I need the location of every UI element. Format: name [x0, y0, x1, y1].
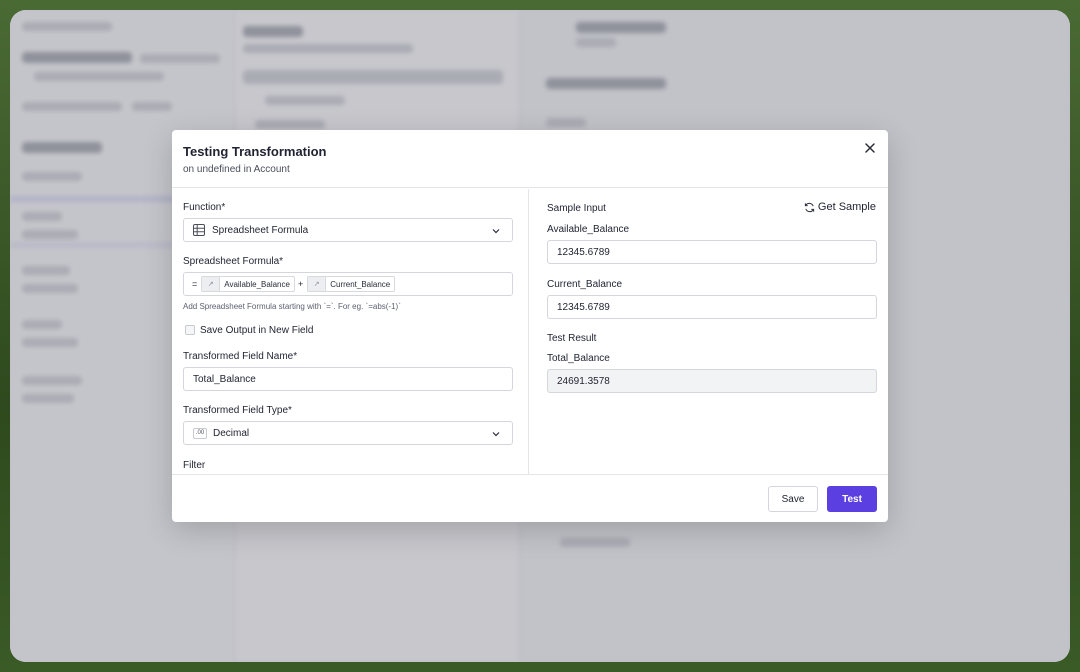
current-balance-label: Current_Balance	[547, 279, 623, 290]
test-button[interactable]: Test	[827, 486, 877, 512]
formula-label: Spreadsheet Formula*	[183, 256, 284, 267]
transformation-form: Function* Spreadsheet Formula Spreadshee…	[172, 189, 529, 475]
table-icon	[193, 224, 205, 236]
dialog-footer: Save Test	[172, 474, 888, 522]
test-result-label: Test Result	[547, 333, 597, 344]
current-balance-input[interactable]: 12345.6789	[547, 295, 877, 319]
available-balance-label: Available_Balance	[547, 224, 630, 235]
field-type-select[interactable]: .00 Decimal	[183, 421, 513, 445]
field-type-label: Transformed Field Type*	[183, 405, 292, 416]
decimal-icon: .00	[193, 427, 207, 439]
function-select[interactable]: Spreadsheet Formula	[183, 218, 513, 242]
dialog-title: Testing Transformation	[183, 144, 327, 159]
field-type-icon: ↗	[308, 277, 327, 291]
save-button[interactable]: Save	[768, 486, 818, 512]
available-balance-input[interactable]: 12345.6789	[547, 240, 877, 264]
chevron-down-icon	[491, 226, 501, 236]
formula-hint: Add Spreadsheet Formula starting with `=…	[183, 302, 401, 311]
function-select-value: Spreadsheet Formula	[212, 224, 309, 236]
save-output-label: Save Output in New Field	[200, 325, 314, 336]
field-name-input[interactable]: Total_Balance	[183, 367, 513, 391]
total-balance-result: 24691.3578	[547, 369, 877, 393]
field-type-icon: ↗	[202, 277, 221, 291]
formula-operator: +	[297, 279, 304, 289]
refresh-icon	[804, 202, 815, 213]
field-name-label: Transformed Field Name*	[183, 351, 298, 362]
field-type-value: Decimal	[213, 427, 250, 439]
sample-input-label: Sample Input	[547, 203, 606, 214]
dialog-header: Testing Transformation on undefined in A…	[172, 130, 888, 188]
formula-token[interactable]: ↗ Current_Balance	[307, 276, 396, 292]
chevron-down-icon	[491, 429, 501, 439]
filter-label: Filter	[183, 460, 206, 471]
total-balance-label: Total_Balance	[547, 353, 610, 364]
dialog-subtitle: on undefined in Account	[183, 164, 290, 175]
sample-panel: Sample Input Get Sample Available_Balanc…	[530, 189, 888, 475]
testing-transformation-dialog: Testing Transformation on undefined in A…	[172, 130, 888, 522]
close-icon[interactable]	[862, 140, 878, 156]
get-sample-button[interactable]: Get Sample	[804, 201, 876, 213]
formula-input[interactable]: = ↗ Available_Balance + ↗ Current_Balanc…	[183, 272, 513, 296]
formula-prefix: =	[192, 279, 198, 289]
function-label: Function*	[183, 202, 226, 213]
save-output-checkbox[interactable]	[185, 325, 195, 335]
formula-token[interactable]: ↗ Available_Balance	[201, 276, 295, 292]
